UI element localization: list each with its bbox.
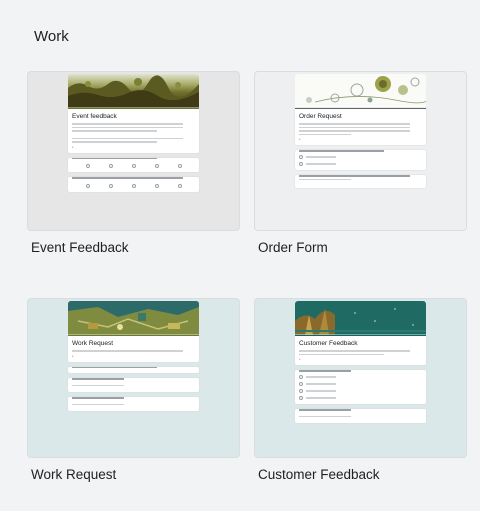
form-banner [295,74,426,108]
required-marker: * [299,358,301,362]
question-card [68,366,199,373]
form-title: Customer Feedback [299,340,358,347]
form-banner [68,74,199,108]
banner-art [68,75,199,108]
question-card [295,175,426,188]
form-title: Event feedback [72,113,117,120]
template-thumbnail[interactable]: Customer Feedback * [254,298,467,458]
template-card-customer-feedback[interactable]: Customer Feedback * Customer Feedback [254,298,467,482]
form-title: Work Request [72,340,114,347]
form-preview: Order Request * [295,74,426,230]
banner-art [68,301,199,330]
form-preview: Customer Feedback * [295,301,426,457]
form-preview: Event feedback * [68,74,199,230]
question-card [295,370,426,404]
template-label[interactable]: Customer Feedback [258,467,380,482]
required-marker: * [72,354,74,359]
section-title: Work [34,28,69,45]
form-banner [295,301,426,335]
template-card-order-form[interactable]: Order Request * Order Form [254,71,467,255]
template-label[interactable]: Event Feedback [31,240,129,255]
template-card-work-request[interactable]: Work Request * Work Request [27,298,240,482]
form-header-card: Order Request * [295,108,426,145]
question-card [68,157,199,172]
question-card [68,397,199,411]
question-card [295,409,426,423]
form-header-card: Event feedback * [68,108,199,153]
form-title: Order Request [299,113,342,120]
banner-art [295,308,426,335]
template-thumbnail[interactable]: Order Request * [254,71,467,231]
question-card [68,378,199,392]
form-header-card: Work Request * [68,335,199,362]
form-preview: Work Request * [68,301,199,457]
template-label[interactable]: Order Form [258,240,328,255]
required-marker: * [72,145,74,150]
template-label[interactable]: Work Request [31,467,116,482]
form-banner [68,301,199,335]
template-thumbnail[interactable]: Event feedback * [27,71,240,231]
required-marker: * [299,138,301,142]
question-card [295,150,426,170]
template-card-event-feedback[interactable]: Event feedback * Event Feedback [27,71,240,255]
form-header-card: Customer Feedback * [295,335,426,365]
banner-art [306,76,426,104]
template-thumbnail[interactable]: Work Request * [27,298,240,458]
question-card [68,177,199,192]
